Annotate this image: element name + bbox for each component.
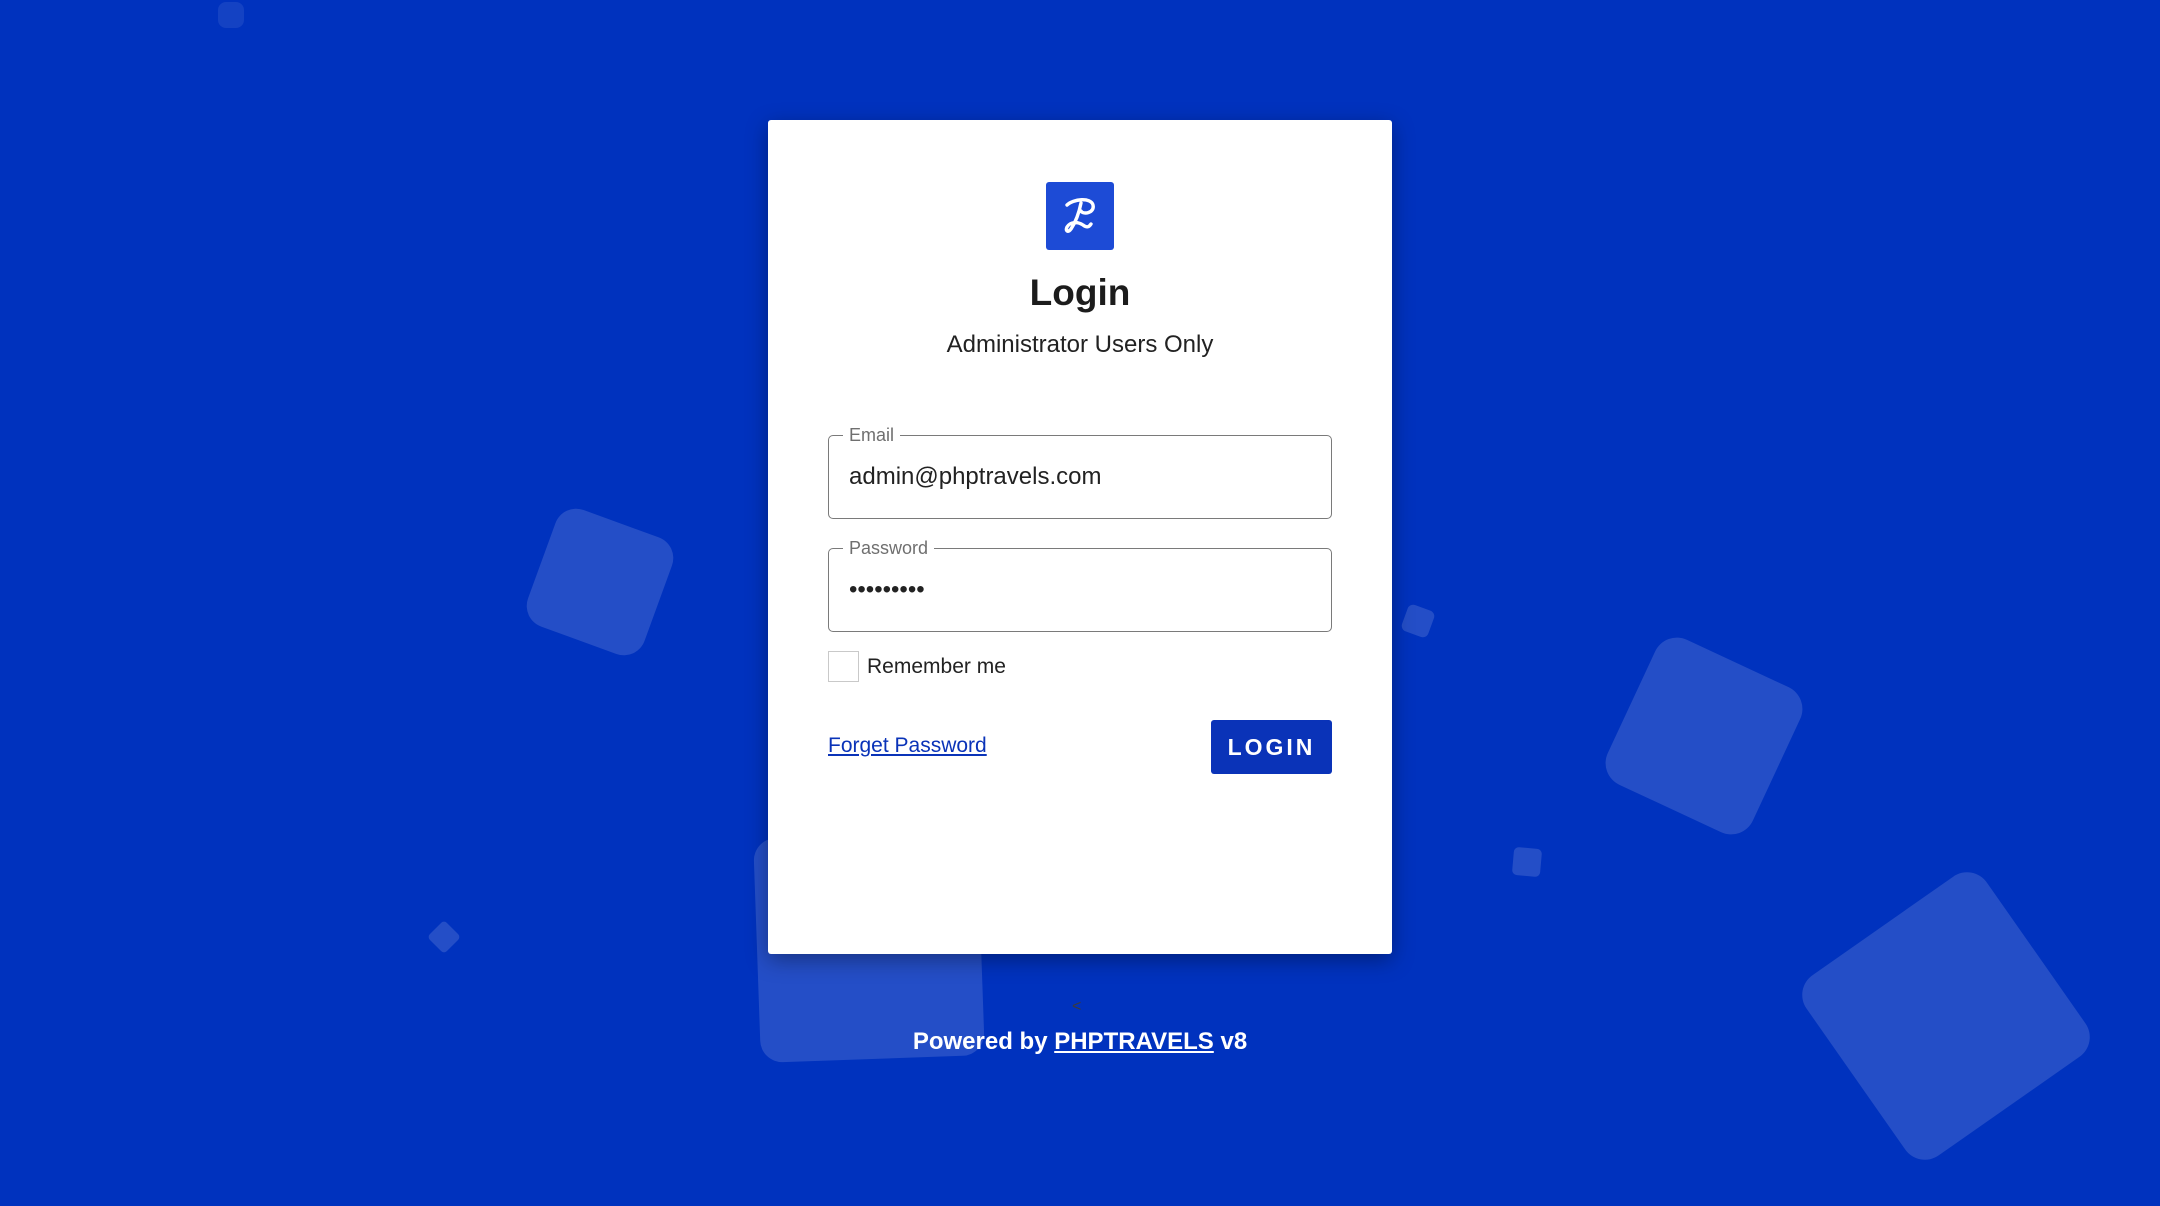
version-text: v8 — [1220, 1028, 1248, 1055]
powered-by-text: Powered by — [912, 1028, 1048, 1055]
remember-me-checkbox[interactable] — [828, 651, 859, 682]
phptravels-link[interactable]: PHPTRAVELS — [1054, 1028, 1214, 1055]
password-input[interactable] — [849, 549, 1309, 631]
page-subtitle: Administrator Users Only — [946, 331, 1214, 358]
background-shape — [427, 920, 461, 954]
collapse-arrow-icon: < — [1072, 998, 1082, 1015]
background-shape — [218, 2, 244, 28]
forget-password-link[interactable]: Forget Password — [828, 734, 987, 758]
login-card: Login Administrator Users Only Email Pas… — [768, 120, 1392, 954]
background-shape — [1597, 629, 1811, 843]
remember-me-row[interactable]: Remember me — [828, 651, 1006, 682]
password-field[interactable]: Password — [828, 537, 1332, 632]
background-shape — [520, 502, 680, 662]
background-shape — [1511, 846, 1543, 878]
footer-powered-by: Powered by PHPTRAVELS v8 — [0, 1028, 2160, 1056]
email-field[interactable]: Email — [828, 424, 1332, 519]
remember-me-label[interactable]: Remember me — [867, 655, 1006, 679]
background-shape — [1792, 862, 2100, 1170]
page-title: Login — [1029, 272, 1131, 313]
p-logo-glyph-icon — [1064, 198, 1095, 233]
background-shape — [1400, 603, 1436, 639]
email-input[interactable] — [849, 436, 1309, 518]
phptravels-logo-icon — [1046, 182, 1114, 250]
login-button[interactable]: LOGIN — [1211, 720, 1332, 774]
